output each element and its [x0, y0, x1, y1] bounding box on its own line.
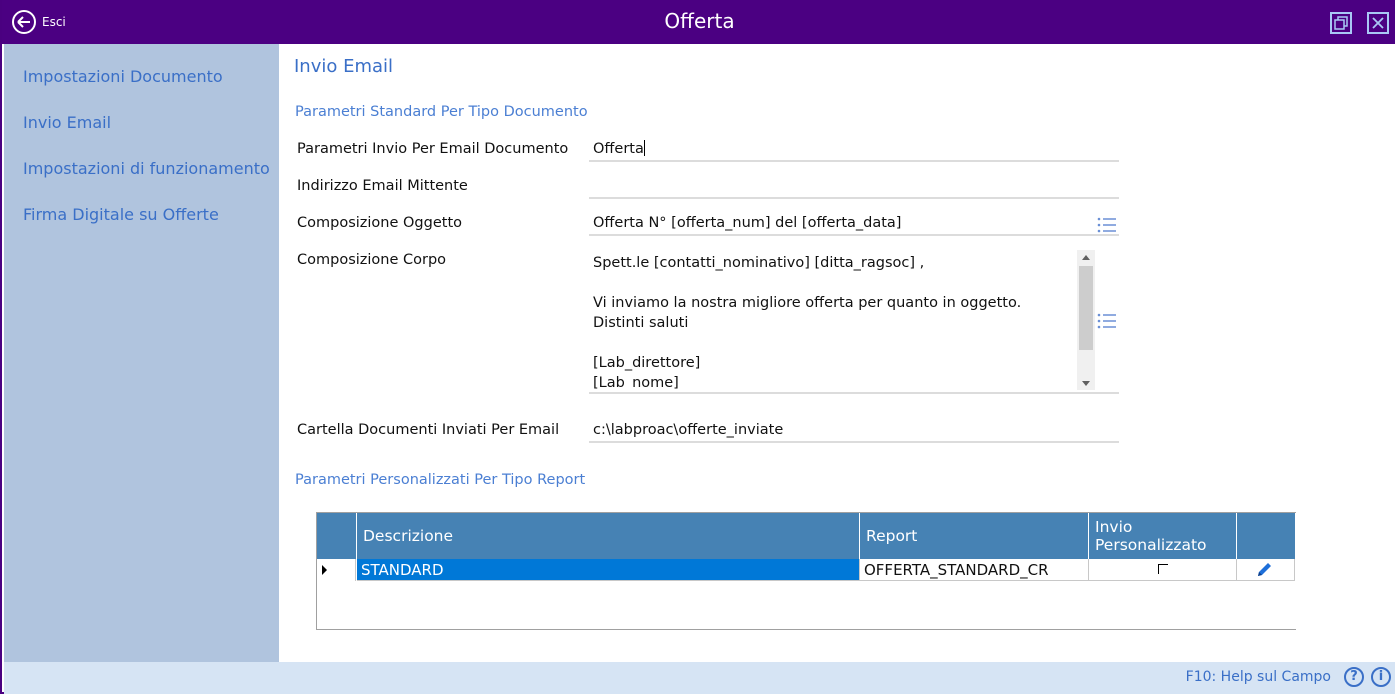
standard-params-group-title: Parametri Standard Per Tipo Documento	[295, 104, 588, 120]
custom-params-group-title: Parametri Personalizzati Per Tipo Report	[295, 472, 586, 488]
window-title: Offerta	[664, 9, 735, 33]
invio-personalizzato-checkbox[interactable]	[1158, 564, 1168, 574]
body-textarea[interactable]: Spett.le [contatti_nominativo] [ditta_ra…	[589, 249, 1119, 394]
table-row[interactable]: STANDARD OFFERTA_STANDARD_CR	[317, 559, 1295, 581]
help-hint: F10: Help sul Campo	[1185, 669, 1331, 685]
info-icon[interactable]: i	[1371, 667, 1391, 687]
restore-icon	[1334, 16, 1348, 30]
scroll-up-icon[interactable]	[1082, 255, 1090, 260]
text-caret	[643, 140, 645, 156]
close-button[interactable]	[1367, 12, 1389, 34]
close-icon	[1372, 17, 1384, 29]
pencil-icon[interactable]	[1255, 561, 1273, 579]
subject-list-icon[interactable]	[1097, 216, 1117, 234]
sender-label: Indirizzo Email Mittente	[297, 178, 468, 194]
grid-header-indicator	[317, 513, 357, 559]
body-text: Spett.le [contatti_nominativo] [ditta_ra…	[593, 255, 1022, 389]
folder-label: Cartella Documenti Inviati Per Email	[297, 422, 560, 438]
sidebar-item-impostazioni-funzionamento[interactable]: Impostazioni di funzionamento	[23, 159, 270, 178]
column-header-report[interactable]: Report	[860, 513, 1089, 559]
title-bar: Esci Offerta	[2, 0, 1395, 44]
sidebar: Impostazioni Documento Invio Email Impos…	[4, 44, 279, 662]
sidebar-item-firma-digitale[interactable]: Firma Digitale su Offerte	[23, 205, 219, 224]
body-list-icon[interactable]	[1097, 312, 1117, 330]
section-title: Invio Email	[294, 56, 394, 77]
params-field[interactable]: Offerta	[589, 138, 1119, 162]
body-scrollbar[interactable]	[1077, 250, 1095, 390]
params-value: Offerta	[593, 141, 644, 157]
subject-field[interactable]: Offerta N° [offerta_num] del [offerta_da…	[589, 212, 1119, 236]
main-content: Invio Email Parametri Standard Per Tipo …	[279, 44, 1395, 662]
params-label: Parametri Invio Per Email Documento	[297, 141, 569, 157]
report-grid: Descrizione Report Invio Personalizzato …	[316, 512, 1296, 630]
sidebar-item-invio-email[interactable]: Invio Email	[23, 113, 111, 132]
status-bar: F10: Help sul Campo ? i	[4, 662, 1395, 694]
sender-email-field[interactable]	[589, 175, 1119, 199]
subject-label: Composizione Oggetto	[297, 215, 462, 231]
app-window: Esci Offerta Impostazioni Documento Invi…	[0, 0, 1395, 694]
cell-invio-personalizzato[interactable]	[1089, 559, 1237, 581]
column-header-descrizione[interactable]: Descrizione	[357, 513, 860, 559]
sidebar-item-impostazioni-documento[interactable]: Impostazioni Documento	[23, 67, 223, 86]
cell-descrizione[interactable]: STANDARD	[357, 559, 860, 581]
column-header-edit	[1237, 513, 1295, 559]
scroll-thumb[interactable]	[1079, 266, 1093, 350]
body-label: Composizione Corpo	[297, 252, 447, 268]
scroll-down-icon[interactable]	[1082, 381, 1090, 386]
folder-field[interactable]: c:\labproac\offerte_inviate	[589, 419, 1119, 443]
cell-edit[interactable]	[1237, 559, 1295, 581]
column-header-invio-personalizzato[interactable]: Invio Personalizzato	[1089, 513, 1237, 559]
grid-header: Descrizione Report Invio Personalizzato	[317, 513, 1295, 559]
help-icon[interactable]: ?	[1344, 667, 1364, 687]
restore-button[interactable]	[1330, 12, 1352, 34]
cell-report[interactable]: OFFERTA_STANDARD_CR	[860, 559, 1089, 581]
